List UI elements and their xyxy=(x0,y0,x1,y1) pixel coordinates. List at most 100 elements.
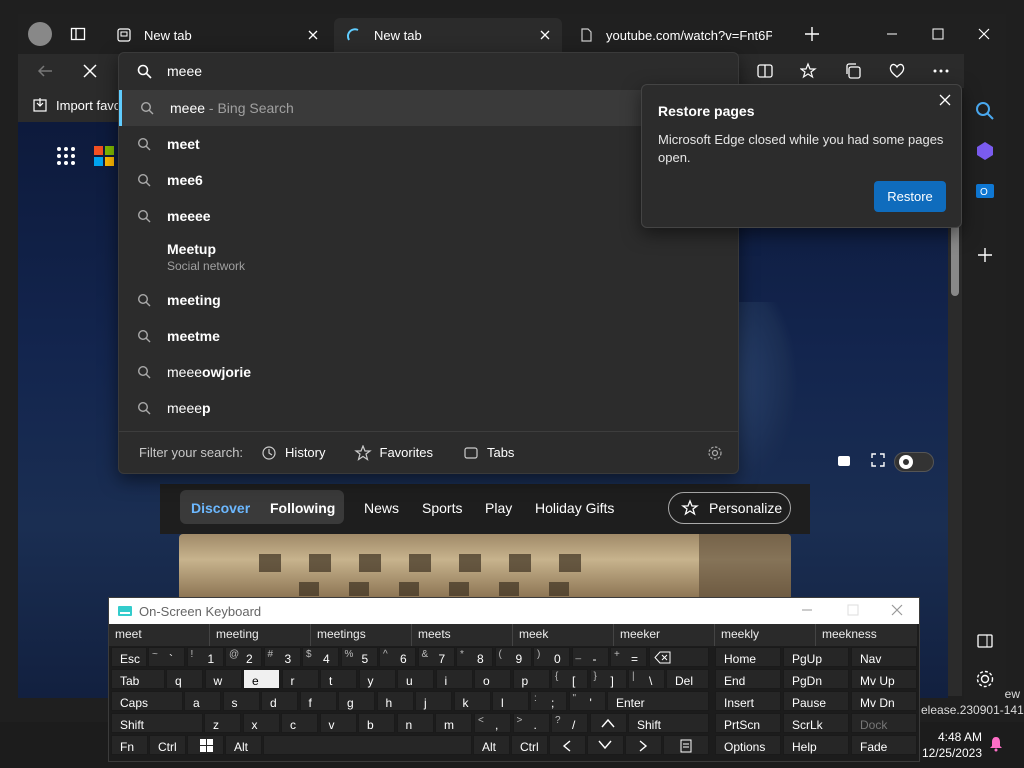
scrollbar-thumb[interactable] xyxy=(951,216,959,296)
key-letter[interactable]: e xyxy=(243,669,280,689)
prediction-item[interactable]: meets xyxy=(412,624,513,646)
notifications-bell-icon[interactable] xyxy=(988,736,1004,752)
key-letter[interactable]: b xyxy=(358,713,395,733)
page-scrollbar[interactable] xyxy=(948,206,962,696)
tab-new-tab-2[interactable]: New tab xyxy=(334,18,562,52)
osk-minimize-icon[interactable] xyxy=(801,604,813,616)
key-alt-right[interactable]: Alt xyxy=(473,735,510,755)
close-tab-icon[interactable] xyxy=(538,28,552,42)
minimize-icon[interactable] xyxy=(884,26,900,42)
outlook-icon[interactable]: O xyxy=(974,180,996,202)
key-symbol[interactable]: <, xyxy=(474,713,511,733)
key-esc[interactable]: Esc xyxy=(111,647,147,667)
key-number[interactable]: & 7 xyxy=(417,647,455,667)
filter-favorites-button[interactable]: Favorites xyxy=(353,444,433,461)
key-letter[interactable]: k xyxy=(453,691,491,711)
key-letter[interactable]: i xyxy=(435,669,473,689)
key-letter[interactable]: w xyxy=(204,669,242,689)
suggestion-item[interactable]: meeep xyxy=(119,390,738,426)
key-letter[interactable]: c xyxy=(281,713,318,733)
prediction-item[interactable]: meekness xyxy=(816,624,917,646)
key-symbol[interactable]: {[ xyxy=(551,669,588,689)
key-options[interactable]: Options xyxy=(715,735,781,755)
key-home[interactable]: Home xyxy=(715,647,781,667)
key-letter[interactable]: u xyxy=(397,669,434,689)
key-insert[interactable]: Insert xyxy=(715,691,781,711)
key-shift-right[interactable]: Shift xyxy=(628,713,709,733)
tab-holiday-gifts[interactable]: Holiday Gifts xyxy=(535,500,614,516)
key-number[interactable]: _ - xyxy=(571,647,609,667)
search-icon[interactable] xyxy=(974,100,996,122)
key-symbol[interactable]: " ' xyxy=(568,691,606,711)
split-screen-icon[interactable] xyxy=(756,62,774,80)
taskbar-clock[interactable]: 4:48 AM 12/25/2023 xyxy=(918,729,982,761)
filter-tabs-button[interactable]: Tabs xyxy=(463,445,514,461)
key-letter[interactable]: v xyxy=(319,713,357,733)
suggestion-item[interactable]: meetme xyxy=(119,318,738,354)
key-letter[interactable]: d xyxy=(261,691,298,711)
key-letter[interactable]: g xyxy=(338,691,375,711)
key-number[interactable]: (9 xyxy=(494,647,532,667)
key-backspace[interactable] xyxy=(649,647,709,667)
key-number[interactable]: ^ 6 xyxy=(379,647,416,667)
key-arrow-down[interactable] xyxy=(587,735,624,755)
tab-new-tab-1[interactable]: New tab xyxy=(104,18,330,52)
key-tab[interactable]: Tab xyxy=(111,669,165,689)
tab-youtube[interactable]: youtube.com/watch?v=Fnt6P7f xyxy=(566,18,798,52)
key-letter[interactable]: a xyxy=(184,691,221,711)
key-symbol[interactable]: | \ xyxy=(628,669,665,689)
key-letter[interactable]: j xyxy=(415,691,452,711)
apps-launcher-icon[interactable] xyxy=(56,146,76,166)
browser-essentials-icon[interactable] xyxy=(888,62,906,80)
key-mvdn[interactable]: Mv Dn xyxy=(851,691,917,711)
news-hero-image[interactable] xyxy=(179,534,791,598)
prediction-item[interactable]: meet xyxy=(109,624,210,646)
page-settings-toggle[interactable] xyxy=(894,452,934,472)
profile-avatar[interactable] xyxy=(28,22,52,46)
prediction-item[interactable]: meekly xyxy=(715,624,816,646)
key-letter[interactable]: t xyxy=(320,669,357,689)
key-del[interactable]: Del xyxy=(666,669,709,689)
search-settings-icon[interactable] xyxy=(707,445,723,461)
prediction-item[interactable]: meek xyxy=(513,624,614,646)
key-fade[interactable]: Fade xyxy=(851,735,917,755)
key-arrow-right[interactable] xyxy=(625,735,662,755)
edit-background-icon[interactable] xyxy=(836,452,852,468)
key-letter[interactable]: s xyxy=(222,691,260,711)
favorites-icon[interactable] xyxy=(800,62,818,80)
key-ctrl-right[interactable]: Ctrl xyxy=(511,735,548,755)
key-enter[interactable]: Enter xyxy=(607,691,709,711)
key-letter[interactable]: m xyxy=(435,713,472,733)
tab-play[interactable]: Play xyxy=(485,500,512,516)
designer-icon[interactable] xyxy=(974,140,996,162)
osk-close-icon[interactable] xyxy=(891,604,903,616)
tab-discover[interactable]: Discover xyxy=(191,500,250,516)
key-number[interactable]: + = xyxy=(610,647,647,667)
prediction-item[interactable]: meetings xyxy=(311,624,412,646)
key-letter[interactable]: l xyxy=(492,691,529,711)
key-symbol[interactable]: >. xyxy=(512,713,550,733)
key-letter[interactable]: z xyxy=(204,713,241,733)
add-sidebar-app-icon[interactable] xyxy=(974,244,996,266)
key-shift-left[interactable]: Shift xyxy=(111,713,203,733)
prediction-item[interactable]: meeting xyxy=(210,624,311,646)
suggestion-item[interactable]: meeting xyxy=(119,282,738,318)
key-letter[interactable]: q xyxy=(166,669,203,689)
more-menu-icon[interactable] xyxy=(932,62,950,80)
fullscreen-icon[interactable] xyxy=(870,452,886,468)
key-letter[interactable]: n xyxy=(396,713,434,733)
key-alt[interactable]: Alt xyxy=(225,735,262,755)
key-space[interactable] xyxy=(263,735,472,755)
key-number[interactable]: * 8 xyxy=(456,647,493,667)
key-number[interactable]: % 5 xyxy=(340,647,378,667)
prediction-item[interactable]: meeker xyxy=(614,624,715,646)
key-letter[interactable]: h xyxy=(376,691,414,711)
key-ctrl[interactable]: Ctrl xyxy=(149,735,186,755)
key-letter[interactable]: p xyxy=(512,669,550,689)
key-arrow-left[interactable] xyxy=(549,735,586,755)
key-prtscn[interactable]: PrtScn xyxy=(715,713,781,733)
close-icon[interactable] xyxy=(938,93,952,107)
key-arrow-up[interactable] xyxy=(590,713,627,733)
suggestion-entity-meetup[interactable]: Meetup Social network xyxy=(119,236,738,280)
personalize-button[interactable]: Personalize xyxy=(668,492,791,524)
